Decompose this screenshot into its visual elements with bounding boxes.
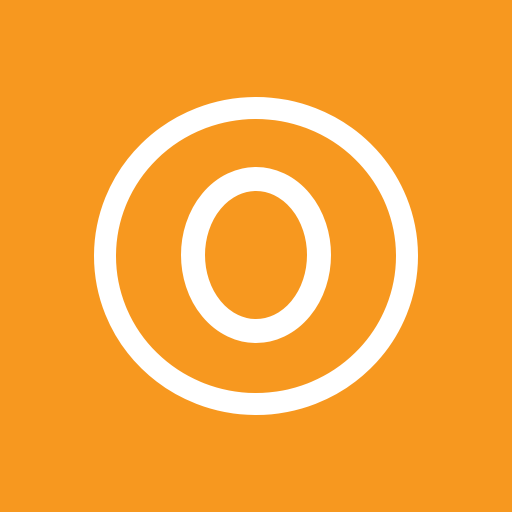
circle-o-logo-icon: [94, 97, 418, 415]
inner-letter-o: [181, 167, 331, 343]
app-icon: [0, 0, 512, 512]
outer-ring: [94, 97, 418, 415]
